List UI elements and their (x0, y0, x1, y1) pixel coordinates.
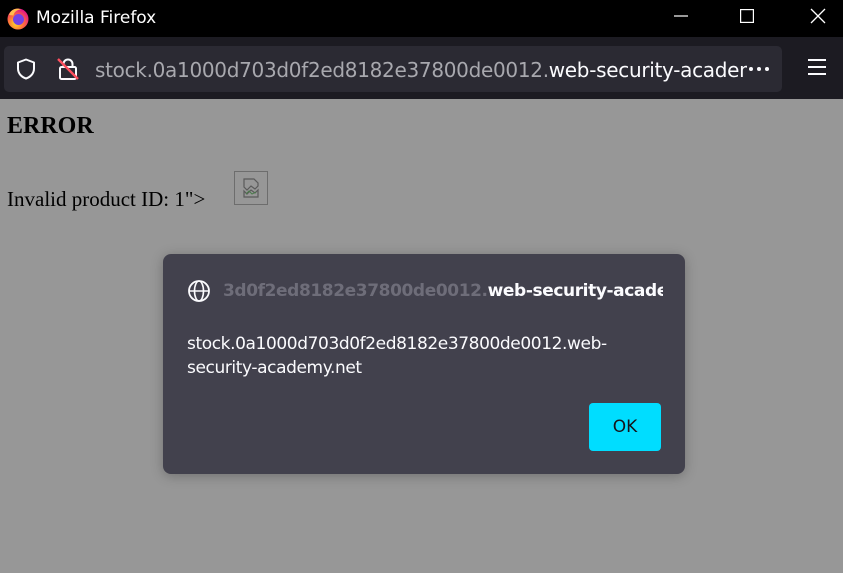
more-horizontal-icon[interactable] (744, 54, 774, 84)
page-heading: ERROR (7, 113, 94, 139)
ok-button[interactable]: OK (589, 403, 661, 451)
minimize-icon (674, 9, 688, 28)
firefox-logo-icon (6, 6, 30, 30)
dialog-origin-faded: 3d0f2ed8182e37800de0012. (223, 281, 488, 301)
alert-dialog: 3d0f2ed8182e37800de0012.web-security-aca… (163, 254, 685, 474)
maximize-button[interactable] (722, 0, 772, 37)
shield-icon[interactable] (14, 57, 38, 81)
maximize-icon (740, 9, 755, 28)
url-bar[interactable]: stock.0a1000d703d0f2ed8182e37800de0012.w… (4, 46, 782, 92)
dialog-origin-main: web-security-academy.net (487, 281, 663, 301)
url-subdomain: stock.0a1000d703d0f2ed8182e37800de0012. (95, 58, 549, 82)
url-text[interactable]: stock.0a1000d703d0f2ed8182e37800de0012.w… (95, 58, 747, 82)
hamburger-menu-icon[interactable] (803, 53, 831, 81)
globe-icon (187, 279, 211, 303)
dialog-message: stock.0a1000d703d0f2ed8182e37800de0012.w… (187, 334, 607, 378)
broken-image-icon (234, 171, 268, 205)
close-icon (810, 8, 826, 29)
insecure-lock-icon[interactable] (56, 57, 80, 81)
minimize-button[interactable] (656, 0, 706, 37)
dialog-origin: 3d0f2ed8182e37800de0012.web-security-aca… (223, 281, 663, 301)
close-window-button[interactable] (793, 0, 843, 37)
navigation-toolbar: stock.0a1000d703d0f2ed8182e37800de0012.w… (0, 37, 843, 99)
page-message: Invalid product ID: 1"> (7, 187, 206, 211)
window-title: Mozilla Firefox (36, 8, 157, 28)
url-domain: web-security-academy.ne (548, 58, 747, 82)
window-titlebar: Mozilla Firefox (0, 0, 843, 37)
